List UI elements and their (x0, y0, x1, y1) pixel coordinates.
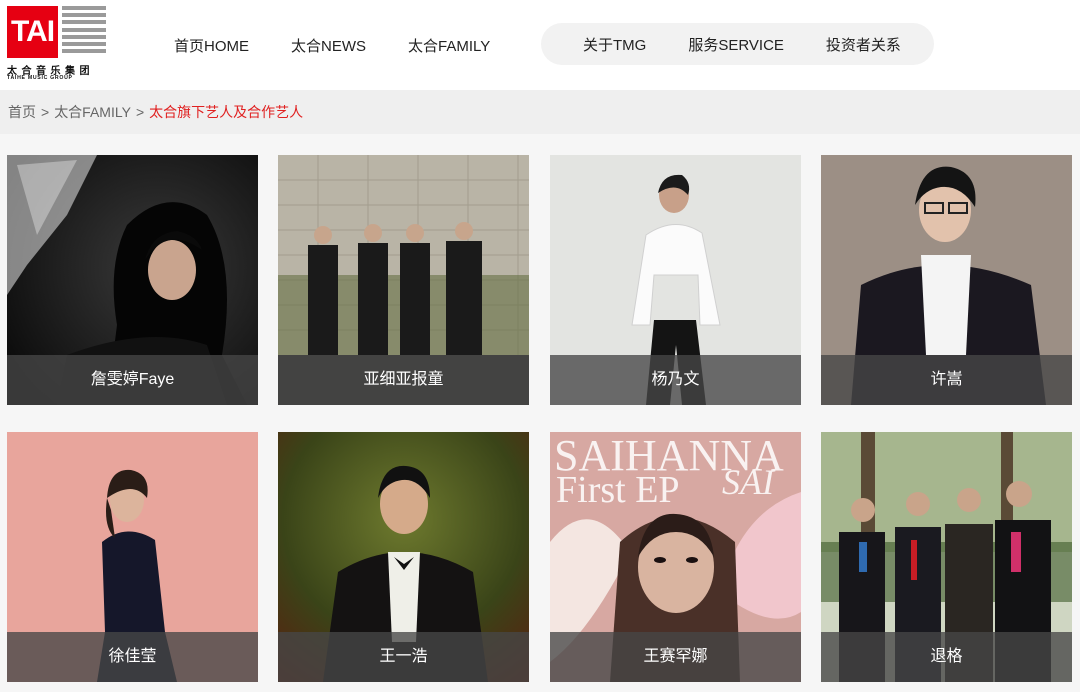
artist-grid: 詹雯婷Faye 亚细亚报童 杨乃文 许嵩 徐佳莹 王一浩 SAIHANNA Fi… (0, 134, 1080, 692)
artist-name: 詹雯婷Faye (7, 355, 258, 405)
ep-subtitle: First EP (556, 469, 680, 511)
nav-service[interactable]: 服务SERVICE (688, 34, 784, 55)
nav-news[interactable]: 太合NEWS (291, 35, 366, 56)
artist-name: 王赛罕娜 (550, 632, 801, 682)
breadcrumb: 首页 > 太合FAMILY > 太合旗下艺人及合作艺人 (0, 90, 1080, 134)
breadcrumb-family[interactable]: 太合FAMILY (54, 102, 131, 122)
breadcrumb-home[interactable]: 首页 (8, 102, 36, 122)
artist-name: 王一浩 (278, 632, 529, 682)
artist-card[interactable]: 徐佳莹 (7, 432, 258, 682)
artist-card[interactable]: 许嵩 (821, 155, 1072, 405)
artist-card[interactable]: SAIHANNA First EP SAI 王赛罕娜 (550, 432, 801, 682)
nav-home[interactable]: 首页HOME (174, 35, 249, 56)
nav-family[interactable]: 太合FAMILY (408, 35, 490, 56)
artist-card[interactable]: 杨乃文 (550, 155, 801, 405)
artist-card[interactable]: 亚细亚报童 (278, 155, 529, 405)
ep-signature: SAI (722, 462, 776, 502)
nav-about[interactable]: 关于TMG (583, 34, 646, 55)
breadcrumb-separator: > (135, 104, 145, 120)
site-header: TAI 太合音乐集团 TAIHE MUSIC GROUP 首页HOME 太合NE… (0, 0, 1080, 90)
logo-name-en: TAIHE MUSIC GROUP (7, 75, 73, 81)
artist-name: 许嵩 (821, 355, 1072, 405)
artist-card[interactable]: 詹雯婷Faye (7, 155, 258, 405)
breadcrumb-separator: > (41, 104, 50, 120)
artist-name: 亚细亚报童 (278, 355, 529, 405)
breadcrumb-current: 太合旗下艺人及合作艺人 (149, 104, 304, 120)
secondary-nav: 关于TMG 服务SERVICE 投资者关系 (541, 23, 934, 65)
artist-card[interactable]: 退格 (821, 432, 1072, 682)
logo-stripes (62, 6, 106, 58)
artist-name: 杨乃文 (550, 355, 801, 405)
main-nav: 首页HOME 太合NEWS 太合FAMILY (174, 35, 532, 56)
artist-name: 退格 (821, 632, 1072, 682)
logo-mark: TAI (7, 6, 58, 58)
artist-card[interactable]: 王一浩 (278, 432, 529, 682)
taihe-logo[interactable]: TAI 太合音乐集团 TAIHE MUSIC GROUP (7, 6, 107, 82)
artist-name: 徐佳莹 (7, 632, 258, 682)
nav-investor[interactable]: 投资者关系 (826, 34, 901, 55)
